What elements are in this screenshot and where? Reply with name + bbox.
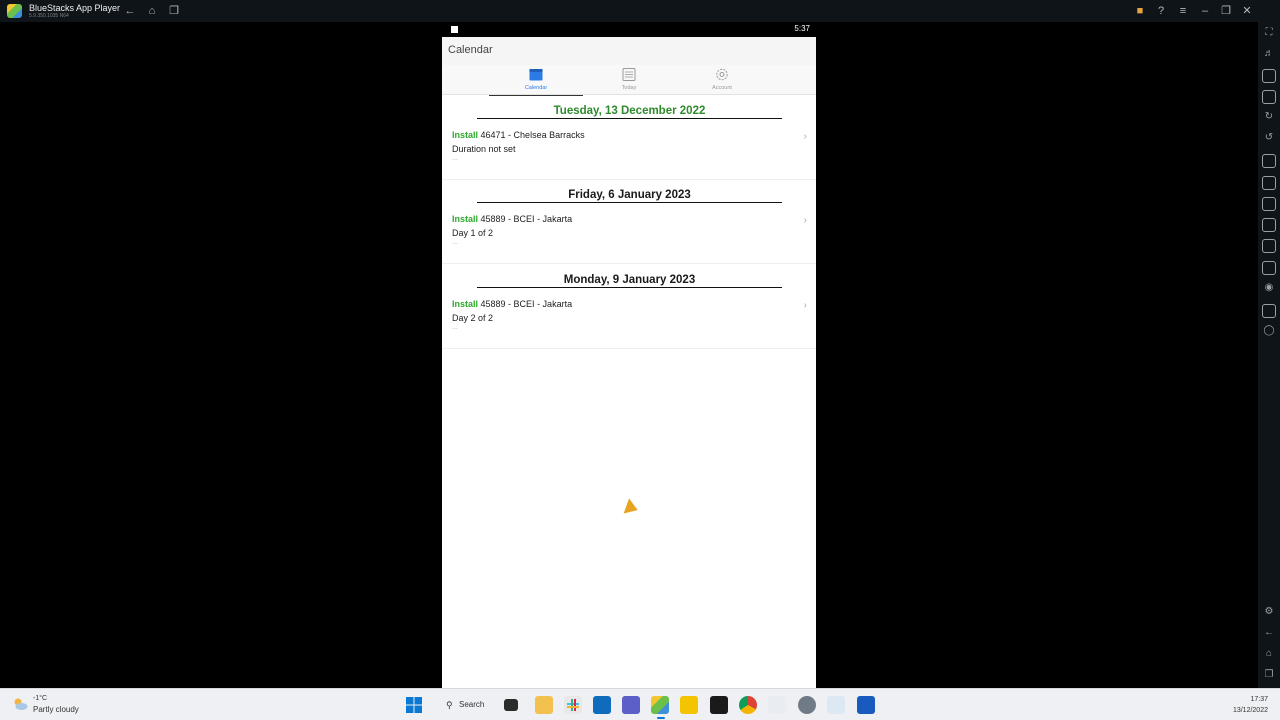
entry-job: 45889 - BCEI - Jakarta [480,214,573,224]
today-icon [622,68,636,81]
photos-icon[interactable] [827,696,845,714]
bluestacks-sidebar: ⛶ ♬ ↻ ↺ ◉ ◯ ⚙ ← ⌂ ❐ [1258,22,1280,688]
help-icon[interactable]: ? [1153,3,1169,19]
robot-icon[interactable] [1262,154,1276,168]
clock-time: 17:37 [1250,696,1268,703]
sidebar-recents-icon[interactable]: ❐ [1261,667,1277,683]
entry-type: Install [452,130,479,140]
weather-icon[interactable] [12,697,28,711]
outlook-icon[interactable] [593,696,611,714]
entry-more: ... [452,324,458,331]
location-icon[interactable]: ◉ [1261,280,1277,296]
entry-more: ... [452,239,458,246]
menu-icon[interactable]: ≡ [1175,3,1191,19]
app-title: Calendar [448,44,493,56]
weather-temperature: -1°C [33,695,48,702]
gear-icon [716,68,728,81]
search-icon: ⚲ [446,699,453,710]
notification-icon [451,26,458,33]
entry-more: ... [452,155,458,162]
entry-title: Install 45889 - BCEI - Jakarta [452,214,572,224]
media-icon[interactable] [1262,69,1276,83]
restore-icon[interactable]: ❐ [1218,3,1234,19]
app-icon-dark[interactable] [710,696,728,714]
chevron-right-icon: › [803,300,807,311]
entry-type: Install [452,214,479,224]
tab-calendar[interactable]: Calendar [489,65,583,96]
back-icon[interactable]: ← [1261,625,1277,641]
entry-job: 46471 - Chelsea Barracks [480,130,585,140]
gift-icon[interactable]: ■ [1132,3,1148,19]
home-icon[interactable]: ⌂ [144,3,160,19]
status-time: 5:37 [794,24,810,33]
calendar-icon [529,69,543,81]
entry-job: 45889 - BCEI - Jakarta [480,299,573,309]
bluestacks-logo-icon [7,4,22,18]
clock-date: 13/12/2022 [1232,707,1268,714]
entry-detail: Duration not set [452,144,516,154]
sidebar-home-icon[interactable]: ⌂ [1261,646,1277,662]
minimize-icon[interactable]: – [1197,3,1213,19]
task-view-icon[interactable] [504,699,518,711]
teams-icon[interactable] [622,696,640,714]
tab-today[interactable]: Today [582,65,676,95]
file-explorer-icon[interactable] [535,696,553,714]
back-arrow-icon[interactable]: ← [122,3,138,19]
settings-icon[interactable]: ⚙ [1261,604,1277,620]
calendar-entry[interactable]: Friday, 6 January 2023 Install 45889 - B… [442,180,816,264]
entry-title: Install 46471 - Chelsea Barracks [452,130,585,140]
settings-app-icon[interactable] [798,696,816,714]
calendar-entry[interactable]: Tuesday, 13 December 2022 Install 46471 … [442,96,816,180]
shake-icon[interactable] [1262,261,1276,275]
entry-detail: Day 2 of 2 [452,313,494,323]
windows-taskbar: -1°C Partly cloudy ⚲ Search 17:37 13/12/2… [0,688,1280,720]
windows-start-icon[interactable] [405,696,423,714]
performance-icon[interactable] [1262,176,1276,190]
entry-date-heading: Tuesday, 13 December 2022 [477,105,782,119]
tab-today-label: Today [621,85,637,91]
android-screen: 5:37 Calendar Calendar Today Account Tue… [442,22,816,688]
entry-date-heading: Friday, 6 January 2023 [477,189,782,203]
entry-title: Install 45889 - BCEI - Jakarta [452,299,572,309]
entry-date-heading: Monday, 9 January 2023 [477,274,782,288]
close-icon[interactable]: ✕ [1239,3,1255,19]
tab-bar: Calendar Today Account [442,65,816,96]
taskbar-search[interactable]: ⚲ Search [440,696,498,714]
app-bar: Calendar [442,37,816,65]
miro-icon[interactable] [680,696,698,714]
chevron-right-icon: › [803,215,807,226]
tab-account[interactable]: Account [675,65,769,95]
window-title: BlueStacks App Player [29,3,121,13]
search-label: Search [459,700,485,709]
tab-account-label: Account [712,85,732,91]
bluestacks-taskbar-icon[interactable] [651,696,669,714]
volume-icon[interactable]: ♬ [1261,46,1277,62]
system-clock[interactable]: 17:37 13/12/2022 [1233,694,1268,716]
sync-icon[interactable]: ↺ [1261,130,1277,146]
layers-icon[interactable] [1262,304,1276,318]
multi-instance-icon[interactable] [1262,239,1276,253]
snipping-tool-icon[interactable] [768,696,786,714]
fullscreen-icon[interactable]: ⛶ [1261,25,1277,41]
chevron-right-icon: › [803,131,807,142]
chrome-icon[interactable] [739,696,757,714]
android-status-bar: 5:37 [442,22,816,37]
calendar-entry[interactable]: Monday, 9 January 2023 Install 45889 - B… [442,265,816,349]
keyboard-icon[interactable] [1262,90,1276,104]
eco-mode-icon[interactable]: ◯ [1261,323,1277,339]
entry-type: Install [452,299,479,309]
word-icon[interactable] [857,696,875,714]
screenshot-icon[interactable] [1262,197,1276,211]
slack-icon[interactable] [564,696,582,714]
rotate-icon[interactable]: ↻ [1261,109,1277,125]
folder-icon[interactable] [1262,218,1276,232]
active-app-indicator [657,717,665,719]
window-version: 5.9.350.1035 N64 [29,13,69,19]
tab-calendar-label: Calendar [524,85,548,91]
entry-detail: Day 1 of 2 [452,228,494,238]
weather-condition: Partly cloudy [33,705,79,714]
recent-apps-icon[interactable]: ❐ [166,3,182,19]
bluestacks-title-bar: BlueStacks App Player 5.9.350.1035 N64 ←… [0,0,1280,22]
